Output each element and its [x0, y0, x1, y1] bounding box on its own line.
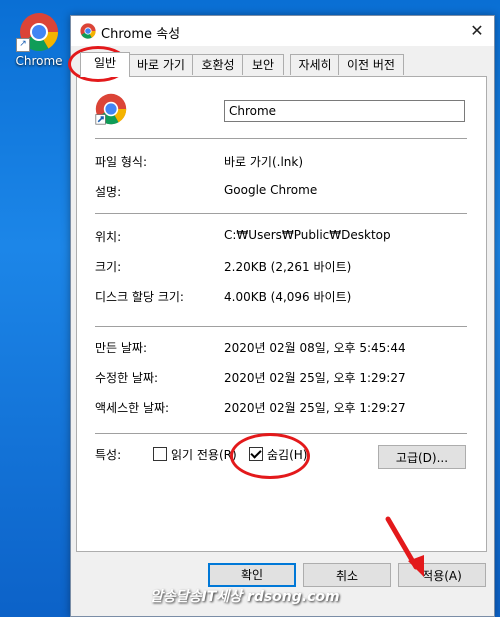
- file-type-label: 파일 형식:: [95, 155, 148, 169]
- file-type-value: 바로 가기(.lnk): [224, 155, 304, 169]
- tab-general[interactable]: 일반: [80, 52, 130, 77]
- description-value: Google Chrome: [224, 183, 318, 197]
- size-label: 크기:: [95, 260, 122, 274]
- modified-label: 수정한 날짜:: [95, 371, 159, 385]
- tab-security[interactable]: 보안: [242, 54, 284, 75]
- chrome-title-icon: [80, 23, 96, 39]
- shortcut-arrow-icon: ↗: [16, 38, 30, 52]
- disk-size-value: 4.00KB (4,096 바이트): [224, 290, 352, 304]
- general-panel: 파일 형식: 바로 가기(.lnk) 설명: Google Chrome 위치:…: [76, 76, 487, 552]
- red-arrow-icon: [385, 516, 424, 577]
- size-value: 2.20KB (2,261 바이트): [224, 260, 352, 274]
- readonly-label: 읽기 전용(R): [171, 448, 237, 462]
- tab-details[interactable]: 자세히: [290, 54, 340, 75]
- description-label: 설명:: [95, 185, 122, 199]
- watermark: 알송달송IT세상 rdsong.com: [150, 589, 340, 605]
- disk-size-label: 디스크 할당 크기:: [95, 290, 184, 304]
- desktop-icon-label: Chrome: [15, 54, 63, 68]
- chrome-logo-icon: ↗: [16, 12, 59, 52]
- title-bar[interactable]: Chrome 속성 ✕: [71, 16, 494, 46]
- location-value: C:₩Users₩Public₩Desktop: [224, 228, 391, 242]
- divider: [95, 138, 467, 139]
- properties-window: Chrome 속성 ✕ 일반 바로 가기 호환성 보안 자세히 이전 버전 파일…: [70, 15, 495, 617]
- desktop-chrome-shortcut[interactable]: ↗ Chrome: [10, 8, 68, 72]
- modified-value: 2020년 02월 25일, 오후 1:29:27: [224, 371, 406, 385]
- advanced-button[interactable]: 고급(D)...: [378, 445, 466, 469]
- created-value: 2020년 02월 08일, 오후 5:45:44: [224, 341, 406, 355]
- tab-shortcut[interactable]: 바로 가기: [128, 54, 194, 75]
- cancel-button[interactable]: 취소: [303, 563, 391, 587]
- created-label: 만든 날짜:: [95, 341, 148, 355]
- chrome-shortcut-icon: [95, 93, 127, 125]
- tab-compatibility[interactable]: 호환성: [192, 54, 244, 75]
- accessed-label: 액세스한 날짜:: [95, 401, 170, 415]
- divider: [95, 326, 467, 327]
- ok-button[interactable]: 확인: [208, 563, 296, 587]
- name-input[interactable]: [224, 100, 465, 122]
- divider: [95, 213, 467, 214]
- attributes-label: 특성:: [95, 448, 122, 462]
- location-label: 위치:: [95, 230, 122, 244]
- tab-previous-versions[interactable]: 이전 버전: [338, 54, 404, 75]
- highlight-ring-hidden-checkbox: [230, 433, 310, 479]
- close-button[interactable]: ✕: [463, 19, 491, 43]
- readonly-checkbox[interactable]: [153, 447, 167, 461]
- window-title: Chrome 속성: [101, 27, 181, 42]
- accessed-value: 2020년 02월 25일, 오후 1:29:27: [224, 401, 406, 415]
